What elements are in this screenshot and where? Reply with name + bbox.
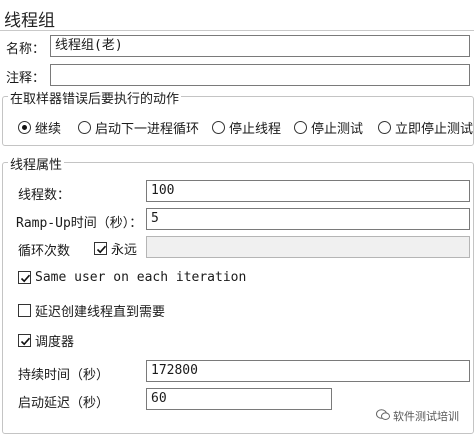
radio-indicator[interactable] [294, 121, 307, 134]
startup-delay-label: 启动延迟（秒） [18, 396, 110, 411]
radio-label: 停止线程 [229, 122, 282, 137]
radio-indicator[interactable] [212, 121, 225, 134]
duration-input[interactable]: 172800 [146, 360, 470, 382]
wechat-icon [376, 408, 390, 424]
radio-stop-thread[interactable]: 停止线程 [212, 118, 281, 137]
rampup-input[interactable]: 5 [146, 208, 470, 230]
forever-checkbox[interactable]: 永远 [94, 239, 137, 258]
radio-start-next-loop[interactable]: 启动下一进程循环 [78, 118, 199, 137]
loop-count-input[interactable] [146, 236, 470, 258]
radio-continue[interactable]: 继续 [18, 118, 61, 137]
radio-indicator[interactable] [18, 121, 31, 134]
name-label: 名称： [6, 42, 46, 57]
radio-stop-test-now[interactable]: 立即停止测试 [378, 118, 473, 137]
same-user-checkbox[interactable]: Same user on each iteration [18, 270, 246, 285]
delay-create-checkbox[interactable]: 延迟创建线程直到需要 [18, 301, 165, 320]
radio-label: 启动下一进程循环 [95, 122, 200, 137]
comment-label: 注释： [6, 71, 46, 86]
loop-label: 循环次数 [18, 244, 71, 259]
rampup-label: Ramp-Up时间（秒）： [16, 216, 143, 231]
title-divider [0, 30, 474, 31]
comment-input[interactable] [50, 64, 470, 86]
scheduler-checkbox[interactable]: 调度器 [18, 331, 74, 350]
check-icon[interactable] [18, 334, 31, 347]
page-title: 线程组 [4, 11, 55, 31]
scheduler-label: 调度器 [35, 335, 75, 350]
radio-indicator[interactable] [378, 121, 391, 134]
thread-props-legend: 线程属性 [8, 154, 65, 173]
duration-label: 持续时间（秒） [18, 368, 110, 383]
check-icon[interactable] [18, 271, 31, 284]
forever-label: 永远 [111, 243, 138, 258]
radio-indicator[interactable] [78, 121, 91, 134]
startup-delay-input[interactable]: 60 [146, 388, 332, 410]
radio-label: 停止测试 [311, 122, 364, 137]
watermark-text: 软件测试培训 [393, 410, 459, 423]
checkbox-box[interactable] [18, 304, 31, 317]
name-input[interactable]: 线程组(老) [50, 35, 470, 57]
check-icon[interactable] [94, 242, 107, 255]
radio-label: 继续 [35, 122, 62, 137]
threads-input[interactable]: 100 [146, 180, 470, 202]
threads-label: 线程数： [18, 188, 71, 203]
radio-label: 立即停止测试 [395, 122, 474, 137]
radio-stop-test[interactable]: 停止测试 [294, 118, 363, 137]
same-user-label: Same user on each iteration [35, 270, 247, 285]
error-action-legend: 在取样器错误后要执行的动作 [8, 88, 182, 107]
watermark: 软件测试培训 [376, 408, 459, 424]
delay-create-label: 延迟创建线程直到需要 [35, 305, 166, 320]
